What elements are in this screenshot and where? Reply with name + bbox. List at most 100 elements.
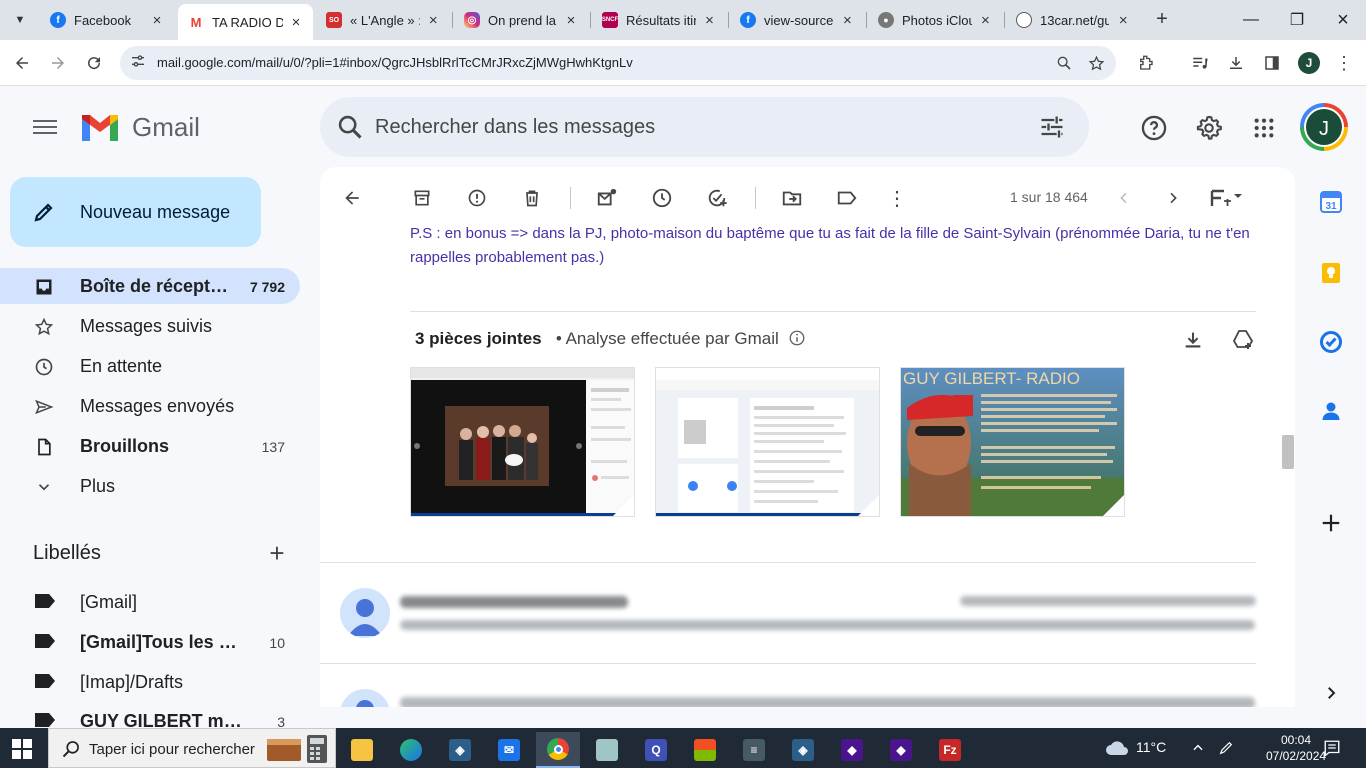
browser-tab-sncf[interactable]: SNCF Résultats itin ×	[592, 4, 727, 36]
taskbar-mail[interactable]: ✉	[487, 732, 531, 768]
report-spam-button[interactable]	[463, 184, 491, 212]
mark-unread-button[interactable]	[593, 184, 621, 212]
media-control-icon[interactable]	[1186, 49, 1214, 77]
close-tab-icon[interactable]: ×	[1115, 12, 1131, 29]
newer-button[interactable]	[1110, 184, 1138, 212]
download-icon[interactable]	[1222, 49, 1250, 77]
close-tab-icon[interactable]: ×	[978, 12, 993, 29]
info-icon[interactable]	[788, 329, 806, 347]
taskbar-file-explorer[interactable]	[340, 732, 384, 768]
add-to-tasks-button[interactable]	[703, 184, 731, 212]
sidebar-item-drafts[interactable]: Brouillons 137	[0, 428, 300, 464]
sender-avatar[interactable]	[340, 588, 390, 638]
sidebar-item-sent[interactable]: Messages envoyés	[0, 388, 300, 424]
labels-button[interactable]	[833, 184, 861, 212]
browser-profile-avatar[interactable]: J	[1298, 52, 1320, 74]
calendar-icon[interactable]: 31	[1318, 189, 1344, 215]
more-options-icon[interactable]: ⋮	[883, 184, 911, 212]
bookmark-star-icon[interactable]	[1084, 51, 1108, 75]
sidebar-label-guy-gilbert[interactable]: GUY GILBERT mail… 3	[0, 703, 300, 728]
close-tab-icon[interactable]: ×	[840, 12, 855, 29]
notifications-icon[interactable]	[1322, 738, 1342, 758]
system-clock[interactable]: 00:04 07/02/2024	[1266, 732, 1326, 764]
sidebar-item-inbox[interactable]: Boîte de récept… 7 792	[0, 268, 300, 304]
sidebar-label-gmail[interactable]: [Gmail]	[0, 584, 300, 620]
search-input[interactable]: Rechercher dans les messages	[375, 116, 655, 139]
minimize-button[interactable]: —	[1228, 6, 1274, 34]
close-tab-icon[interactable]: ×	[149, 12, 165, 29]
side-panel-icon[interactable]	[1258, 49, 1286, 77]
delete-button[interactable]	[518, 184, 546, 212]
sidebar-label-all-mail[interactable]: [Gmail]Tous les m… 10	[0, 624, 300, 660]
taskbar-store[interactable]	[683, 732, 727, 768]
close-tab-icon[interactable]: ×	[426, 12, 441, 29]
zoom-icon[interactable]	[1052, 51, 1076, 75]
show-hidden-icons[interactable]	[1188, 738, 1208, 758]
settings-gear-icon[interactable]	[1193, 112, 1225, 144]
get-addons-icon[interactable]	[1318, 510, 1344, 536]
keep-icon[interactable]	[1318, 260, 1344, 286]
move-to-button[interactable]	[778, 184, 806, 212]
reload-button[interactable]	[80, 49, 108, 77]
taskbar-chrome[interactable]	[536, 732, 580, 768]
taskbar-app-9[interactable]: ≡	[732, 732, 776, 768]
main-menu-icon[interactable]	[33, 116, 57, 140]
attachment-thumbnail-3[interactable]: GUY GILBERT- RADIO	[900, 367, 1125, 517]
browser-tab-instagram[interactable]: ◎ On prend la ×	[454, 4, 589, 36]
tab-search-button[interactable]: ▼	[8, 8, 32, 32]
close-tab-icon[interactable]: ×	[702, 12, 717, 29]
message-scrollbar[interactable]	[1282, 435, 1294, 469]
archive-button[interactable]	[408, 184, 436, 212]
back-button[interactable]	[8, 49, 36, 77]
browser-tab-icloud[interactable]: ● Photos iClou ×	[868, 4, 1003, 36]
search-bar[interactable]: Rechercher dans les messages	[320, 97, 1089, 157]
taskbar-edge[interactable]	[389, 732, 433, 768]
add-label-button[interactable]: +	[265, 540, 289, 566]
windows-start-icon[interactable]	[12, 739, 32, 759]
older-button[interactable]	[1159, 184, 1187, 212]
taskbar-app-7[interactable]: Q	[634, 732, 678, 768]
sidebar-item-more[interactable]: Plus	[0, 468, 300, 504]
new-tab-button[interactable]: +	[1150, 8, 1174, 32]
taskbar-filezilla[interactable]: Fz	[928, 732, 972, 768]
expand-panel-icon[interactable]	[1318, 680, 1344, 706]
tasks-icon[interactable]	[1318, 329, 1344, 355]
search-icon[interactable]	[336, 113, 364, 141]
download-all-button[interactable]	[1180, 327, 1206, 353]
attachment-thumbnail-1[interactable]	[410, 367, 635, 517]
attachment-thumbnail-2[interactable]	[655, 367, 880, 517]
browser-menu-icon[interactable]: ⋮	[1330, 49, 1358, 77]
account-avatar[interactable]: J	[1300, 103, 1348, 151]
taskbar-app-10[interactable]: ◈	[781, 732, 825, 768]
browser-tab-view-source[interactable]: f view-source: ×	[730, 4, 865, 36]
sidebar-label-imap-drafts[interactable]: [Imap]/Drafts	[0, 664, 300, 700]
weather-widget[interactable]: 11°C	[1104, 738, 1166, 756]
browser-tab-gmail[interactable]: M TA RADIO DE ×	[178, 4, 313, 40]
taskbar-app-12[interactable]: ◆	[879, 732, 923, 768]
help-icon[interactable]	[1138, 112, 1170, 144]
sender-avatar[interactable]	[340, 689, 390, 707]
input-tools-button[interactable]	[1204, 184, 1250, 212]
close-tab-icon[interactable]: ×	[563, 12, 579, 29]
taskbar-search-box[interactable]: Taper ici pour rechercher	[48, 728, 336, 768]
taskbar-notes[interactable]	[585, 732, 629, 768]
restore-button[interactable]: ❐	[1274, 6, 1320, 34]
compose-button[interactable]: Nouveau message	[10, 177, 261, 247]
address-bar[interactable]: mail.google.com/mail/u/0/?pli=1#inbox/Qg…	[120, 46, 1116, 80]
snooze-button[interactable]	[648, 184, 676, 212]
browser-tab-13car[interactable]: 13car.net/gu ×	[1006, 4, 1141, 36]
taskbar-app-11[interactable]: ◆	[830, 732, 874, 768]
site-info-icon[interactable]	[128, 53, 148, 73]
apps-grid-icon[interactable]	[1248, 112, 1280, 144]
add-to-drive-button[interactable]	[1230, 327, 1256, 353]
sidebar-item-snoozed[interactable]: En attente	[0, 348, 300, 384]
contacts-icon[interactable]	[1318, 398, 1344, 424]
taskbar-app-3[interactable]: ◈	[438, 732, 482, 768]
close-window-button[interactable]: ×	[1320, 6, 1366, 34]
browser-tab-facebook[interactable]: f Facebook ×	[40, 4, 175, 36]
pen-icon[interactable]	[1216, 738, 1236, 758]
search-options-icon[interactable]	[1038, 113, 1066, 141]
close-tab-icon[interactable]: ×	[289, 14, 303, 31]
back-to-inbox-button[interactable]	[338, 184, 366, 212]
browser-tab-langle[interactable]: SO « L'Angle » : ×	[316, 4, 451, 36]
